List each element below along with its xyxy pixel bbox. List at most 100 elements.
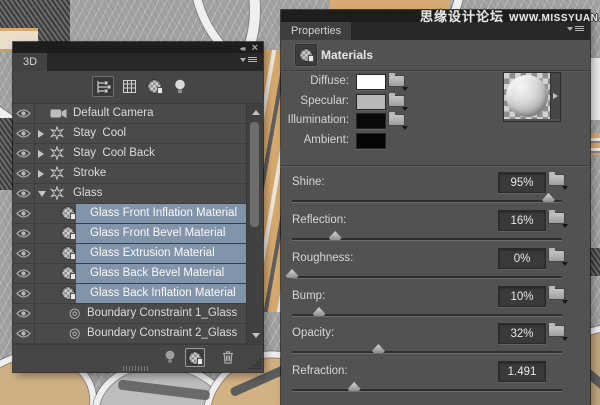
scene-row[interactable]: Glass Back Bevel Material (13, 264, 263, 284)
delete-trash-icon[interactable] (220, 349, 236, 365)
slider-thumb[interactable] (371, 344, 385, 353)
texture-folder-icon[interactable] (549, 286, 568, 304)
visibility-toggle[interactable] (13, 244, 35, 263)
material-picker-dropdown[interactable] (550, 73, 560, 119)
expander-right-icon[interactable] (38, 130, 44, 138)
visibility-toggle[interactable] (13, 284, 35, 303)
scene-row[interactable]: Default Camera (13, 104, 263, 124)
scene-row-body: Glass Front Inflation Material (35, 204, 247, 223)
watermark-url-text: WWW.MISSYUAN.COM (509, 13, 600, 24)
properties-panel-menu-icon[interactable] (567, 26, 584, 31)
tab-3d[interactable]: 3D (13, 53, 48, 71)
scene-row[interactable]: Glass Front Inflation Material (13, 204, 263, 224)
scene-list-scrollbar[interactable] (246, 104, 263, 344)
eye-icon (16, 109, 31, 118)
3d-panel-titlebar: ◂◂ × (13, 42, 263, 54)
visibility-toggle[interactable] (13, 224, 35, 243)
visibility-toggle[interactable] (13, 324, 35, 343)
filter-lights-icon[interactable] (169, 76, 191, 97)
slider-row: Reflection: 16% (281, 210, 590, 248)
slider-label: Shine: (292, 176, 325, 188)
scene-row[interactable]: Glass Extrusion Material (13, 244, 263, 264)
scene-row[interactable]: ◎ Boundary Constraint 1_Glass (13, 304, 263, 324)
scene-row[interactable]: Glass (13, 184, 263, 204)
slider-value-box[interactable]: 95% (498, 172, 546, 193)
visibility-toggle[interactable] (13, 264, 35, 283)
add-light-icon[interactable] (163, 350, 177, 365)
scene-row-body: ◎ Boundary Constraint 1_Glass (35, 304, 247, 323)
artwork-hatch (0, 118, 13, 190)
expander-right-icon[interactable] (38, 150, 44, 158)
slider-value-box[interactable]: 16% (498, 210, 546, 231)
scene-row[interactable]: Glass Front Bevel Material (13, 224, 263, 244)
scene-row-label: Stay Cool (73, 127, 127, 139)
visibility-toggle[interactable] (13, 124, 35, 143)
texture-folder-icon[interactable] (549, 210, 568, 228)
materials-icon (300, 49, 314, 62)
color-swatch[interactable] (356, 113, 386, 129)
texture-folder-icon[interactable] (389, 92, 408, 111)
expander-right-icon[interactable] (38, 170, 44, 178)
slider-thumb[interactable] (328, 231, 342, 240)
scroll-down-icon[interactable] (252, 333, 260, 338)
scene-row[interactable]: Stay Cool Back (13, 144, 263, 164)
texture-folder-icon[interactable] (549, 323, 568, 341)
material-icon (62, 267, 76, 280)
scene-row-body: Glass Back Bevel Material (35, 264, 247, 283)
visibility-toggle[interactable] (13, 304, 35, 323)
slider-track[interactable] (292, 314, 562, 316)
collapse-panel-icon[interactable]: ◂◂ (240, 44, 246, 53)
filter-materials-icon[interactable] (143, 76, 165, 97)
horizontal-scroll-ticks[interactable] (123, 366, 149, 371)
eye-icon (16, 149, 31, 158)
slider-thumb[interactable] (285, 269, 299, 278)
add-material-button[interactable] (185, 348, 205, 367)
texture-folder-icon[interactable] (549, 248, 568, 266)
scene-row-label: Default Camera (73, 107, 154, 119)
slider-row: Roughness: 0% (281, 248, 590, 286)
material-preview-checker (504, 73, 550, 119)
slider-thumb[interactable] (312, 307, 326, 316)
3d-panel-menu-icon[interactable] (240, 57, 257, 62)
slider-track[interactable] (292, 389, 562, 391)
swatch-row: Ambient: (281, 132, 590, 149)
filter-meshes-icon[interactable] (118, 76, 140, 97)
slider-track[interactable] (292, 351, 562, 353)
tab-properties[interactable]: Properties (281, 22, 352, 40)
slider-thumb[interactable] (347, 382, 361, 391)
color-swatch[interactable] (356, 74, 386, 90)
slider-value-box[interactable]: 0% (498, 248, 546, 269)
slider-value-box[interactable]: 10% (498, 286, 546, 307)
color-swatch[interactable] (356, 93, 386, 110)
slider-thumb[interactable] (542, 193, 555, 202)
material-icon (189, 351, 203, 365)
eye-icon (16, 289, 31, 298)
visibility-toggle[interactable] (13, 184, 35, 203)
expander-down-icon[interactable] (38, 191, 46, 197)
slider-row: Shine: 95% (281, 172, 590, 210)
texture-folder-icon[interactable] (549, 172, 568, 190)
slider-track[interactable] (292, 276, 562, 278)
scene-row-body: Default Camera (35, 104, 247, 123)
panel-resize-grip[interactable] (247, 358, 261, 370)
visibility-toggle[interactable] (13, 104, 35, 123)
texture-folder-icon[interactable] (389, 112, 408, 130)
close-panel-icon[interactable]: × (252, 43, 258, 54)
slider-label: Refraction: (292, 365, 348, 377)
visibility-toggle[interactable] (13, 164, 35, 183)
scene-row[interactable]: Stroke (13, 164, 263, 184)
slider-track[interactable] (292, 200, 562, 202)
scrollbar-thumb[interactable] (250, 122, 259, 227)
slider-value-box[interactable]: 32% (498, 323, 546, 344)
color-swatch[interactable] (356, 132, 386, 149)
visibility-toggle[interactable] (13, 204, 35, 223)
scroll-up-icon[interactable] (252, 110, 260, 115)
scene-row[interactable]: Glass Back Inflation Material (13, 284, 263, 304)
screenshot-root: ◂◂ × 3D Default Camera Stay Cool Stay Cool… (0, 0, 600, 405)
slider-value-box[interactable]: 1.491 (498, 361, 546, 382)
scene-row[interactable]: Stay Cool (13, 124, 263, 144)
scene-row[interactable]: ◎ Boundary Constraint 2_Glass (13, 324, 263, 344)
filter-whole-scene-icon[interactable] (92, 76, 114, 97)
visibility-toggle[interactable] (13, 144, 35, 163)
texture-folder-icon[interactable] (389, 73, 408, 91)
